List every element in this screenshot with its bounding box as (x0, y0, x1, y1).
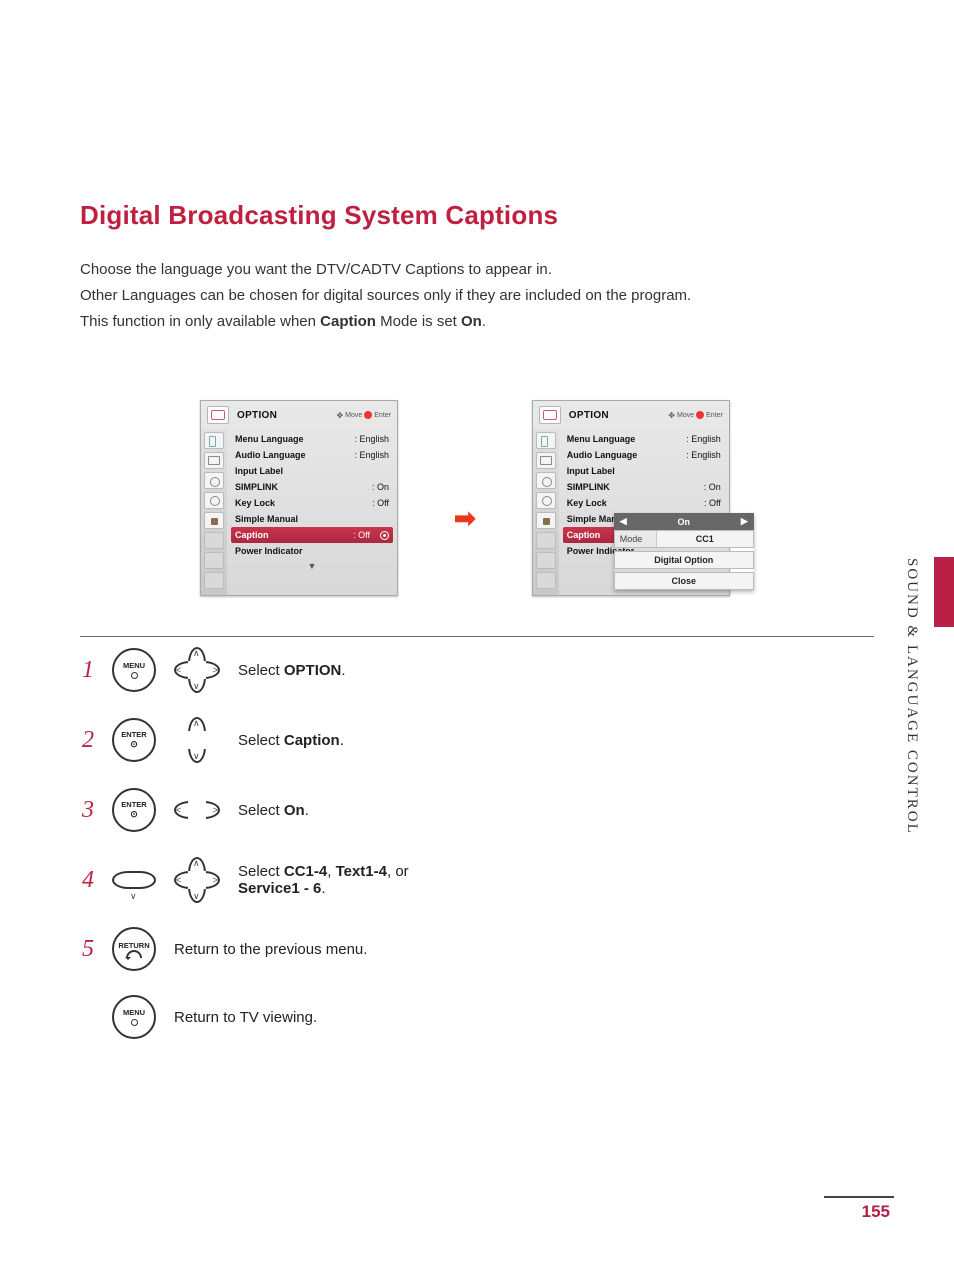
caption-submenu: ◀ On ▶ Mode CC1 Digital Option Close (614, 513, 754, 590)
gear-icon (536, 472, 556, 489)
osd-item: SIMPLINK: On (565, 479, 723, 495)
dpad-full-icon: ∧∨<> (174, 857, 220, 903)
intro-line-3: This function in only available when Cap… (80, 311, 874, 333)
page-number: 155 (862, 1202, 890, 1222)
lock-icon (536, 512, 556, 529)
scroll-down-icon: ▼ (233, 561, 391, 571)
misc-icon-1 (536, 532, 556, 549)
dpad-hint-icon: ✥ (336, 411, 343, 420)
osd-item: Key Lock: Off (233, 495, 391, 511)
return-button-icon: RETURN (112, 927, 156, 971)
audio-icon (536, 432, 556, 449)
osd-hint: ✥ Move Enter (336, 411, 391, 420)
misc-icon-2 (204, 552, 224, 569)
osd-item-selected-caption: Caption : Off (231, 527, 393, 543)
lock-icon (204, 512, 224, 529)
dpad-hint-icon: ✥ (668, 411, 675, 420)
enter-hint-icon (364, 411, 372, 419)
step-6: MENU Return to TV viewing. (80, 995, 874, 1039)
osd-title: OPTION (237, 410, 277, 421)
step-5-text: Return to the previous menu. (174, 941, 367, 958)
osd-right-wrap: OPTION ✥ Move Enter (532, 400, 730, 596)
enter-hint-icon (696, 411, 704, 419)
step-4: 4 ∨ ∧∨<> Select CC1-4, Text1-4, or Servi… (80, 857, 874, 903)
osd-item: Simple Manual (233, 511, 391, 527)
right-triangle-icon: ▶ (741, 516, 748, 527)
divider (80, 636, 874, 637)
audio-icon (204, 432, 224, 449)
intro-line-1: Choose the language you want the DTV/CAD… (80, 259, 874, 281)
step-6-text: Return to TV viewing. (174, 1009, 317, 1026)
dpad-horizontal-icon: ∧∨<> (174, 787, 220, 833)
misc-icon-3 (536, 572, 556, 589)
arrow-right-icon: ➡ (454, 503, 476, 534)
step-2: 2 ENTER ⊙ ∧∨<> Select Caption. (80, 717, 874, 763)
osd-item: Input Label (565, 463, 723, 479)
dpad-vertical-icon: ∧∨<> (174, 717, 220, 763)
option-category-icon (539, 406, 561, 424)
osd-category-icons (201, 429, 227, 595)
step-1: 1 MENU ∧∨<> Select OPTION. (80, 647, 874, 693)
misc-icon-1 (204, 532, 224, 549)
step-5: 5 RETURN Return to the previous menu. (80, 927, 874, 971)
osd-item: Key Lock: Off (565, 495, 723, 511)
enter-button-icon: ENTER ⊙ (112, 718, 156, 762)
clock-icon (204, 492, 224, 509)
intro-line-2: Other Languages can be chosen for digita… (80, 285, 874, 307)
osd-left: OPTION ✥ Move Enter (200, 400, 398, 596)
step-3: 3 ENTER ⊙ ∧∨<> Select On. (80, 787, 874, 833)
osd-item: Menu Language: English (565, 431, 723, 447)
step-4-text: Select CC1-4, Text1-4, or Service1 - 6. (238, 863, 409, 897)
close-button: Close (614, 572, 754, 590)
osd-item: Audio Language: English (565, 447, 723, 463)
left-triangle-icon: ◀ (620, 516, 627, 527)
gear-icon (204, 472, 224, 489)
dpad-down-icon: ∨ (112, 857, 156, 903)
osd-item: Menu Language: English (233, 431, 391, 447)
caption-on-selector: ◀ On ▶ (614, 513, 754, 530)
osd-item: Input Label (233, 463, 391, 479)
enter-indicator-icon (380, 531, 389, 540)
section-tab (934, 557, 954, 627)
osd-category-icons (533, 429, 559, 595)
step-3-text: Select On. (238, 802, 309, 819)
menu-button-icon: MENU (112, 995, 156, 1039)
step-1-text: Select OPTION. (238, 662, 346, 679)
page-title: Digital Broadcasting System Captions (80, 200, 874, 231)
caption-mode-row: Mode CC1 (614, 530, 754, 548)
digital-option-button: Digital Option (614, 551, 754, 569)
step-2-text: Select Caption. (238, 732, 344, 749)
clock-icon (536, 492, 556, 509)
osd-item: Power Indicator (233, 543, 391, 559)
misc-icon-3 (204, 572, 224, 589)
misc-icon-2 (536, 552, 556, 569)
option-category-icon (207, 406, 229, 424)
enter-button-icon: ENTER ⊙ (112, 788, 156, 832)
section-label: SOUND & LANGUAGE CONTROL (903, 558, 920, 835)
osd-item: Audio Language: English (233, 447, 391, 463)
page-rule (824, 1196, 894, 1198)
osd-item: SIMPLINK: On (233, 479, 391, 495)
intro-text: Choose the language you want the DTV/CAD… (80, 259, 874, 332)
picture-icon (536, 452, 556, 469)
dpad-full-icon: ∧∨<> (174, 647, 220, 693)
picture-icon (204, 452, 224, 469)
menu-button-icon: MENU (112, 648, 156, 692)
